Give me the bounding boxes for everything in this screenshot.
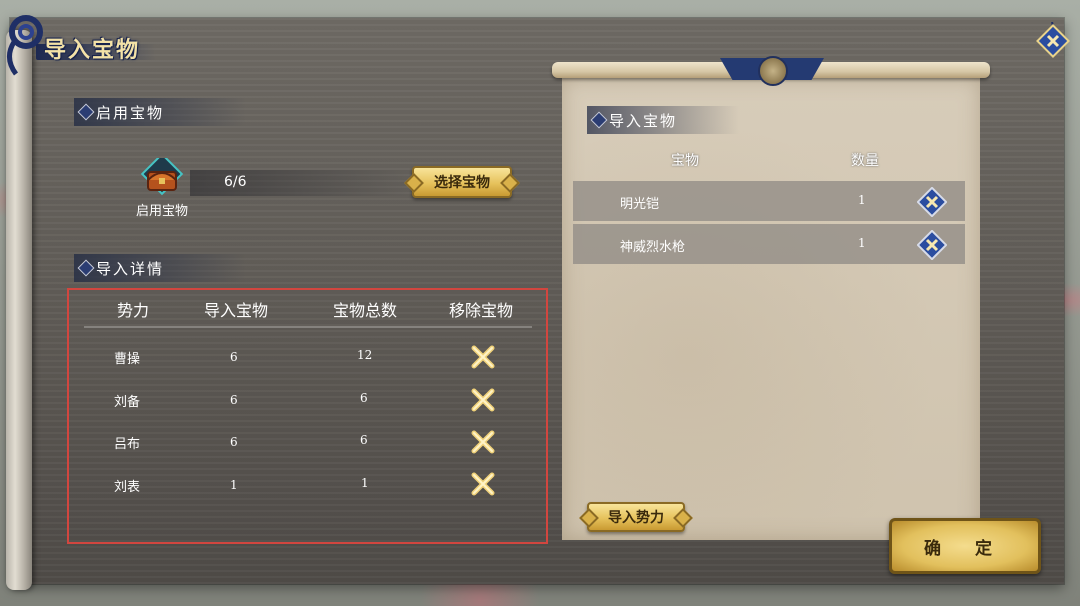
item-qty: 1	[858, 193, 866, 207]
col-qty-header: 数量	[851, 153, 879, 169]
diamond-icon	[590, 111, 608, 129]
row-imported: 1	[230, 478, 238, 492]
item-name: 神威烈水枪	[620, 240, 686, 255]
remove-x-icon[interactable]	[471, 430, 495, 454]
header-imported: 导入宝物	[204, 301, 269, 320]
select-treasure-button[interactable]: 选择宝物	[412, 166, 512, 198]
blue-remove-icon[interactable]	[917, 230, 947, 260]
row-faction: 刘备	[114, 395, 141, 410]
row-imported: 6	[230, 350, 238, 364]
header-divider	[84, 326, 532, 328]
close-icon[interactable]	[1036, 22, 1070, 60]
scroll-top-rod	[552, 56, 990, 86]
enable-section-title: 启用宝物	[96, 103, 165, 122]
coin-icon	[758, 56, 788, 86]
row-faction: 刘表	[114, 480, 141, 495]
list-item: 明光铠 1	[573, 181, 965, 221]
remove-x-icon[interactable]	[471, 345, 495, 369]
confirm-button[interactable]: 确 定	[889, 518, 1041, 574]
import-faction-button[interactable]: 导入势力	[587, 502, 685, 532]
row-total: 1	[361, 476, 369, 490]
header-faction: 势力	[117, 301, 150, 320]
scroll-rod	[6, 30, 32, 590]
diamond-icon	[77, 103, 95, 121]
enable-section-label: 启用宝物	[74, 98, 246, 126]
row-imported: 6	[230, 435, 238, 449]
list-item: 神威烈水枪 1	[573, 224, 965, 264]
row-total: 6	[360, 391, 368, 405]
remove-x-icon[interactable]	[471, 472, 495, 496]
chest-label: 启用宝物	[135, 204, 188, 219]
detail-section-title: 导入详情	[96, 259, 165, 278]
import-panel-label: 导入宝物	[587, 106, 739, 134]
item-qty: 1	[858, 236, 866, 250]
diamond-icon	[77, 259, 95, 277]
title-knot-icon	[7, 15, 43, 76]
col-item-header: 宝物	[671, 153, 699, 169]
header-remove: 移除宝物	[449, 301, 514, 320]
row-total: 6	[360, 433, 368, 447]
row-faction: 吕布	[114, 437, 141, 452]
blue-remove-icon[interactable]	[917, 187, 947, 217]
row-total: 12	[357, 348, 373, 362]
window-title: 导入宝物	[44, 38, 141, 63]
header-total: 宝物总数	[333, 301, 398, 320]
import-panel-title: 导入宝物	[609, 111, 678, 130]
detail-section-label: 导入详情	[74, 254, 246, 282]
remove-x-icon[interactable]	[471, 388, 495, 412]
enabled-count: 6/6	[224, 174, 247, 190]
import-panel	[562, 78, 980, 540]
item-name: 明光铠	[620, 197, 660, 212]
row-faction: 曹操	[114, 352, 141, 367]
row-imported: 6	[230, 393, 238, 407]
